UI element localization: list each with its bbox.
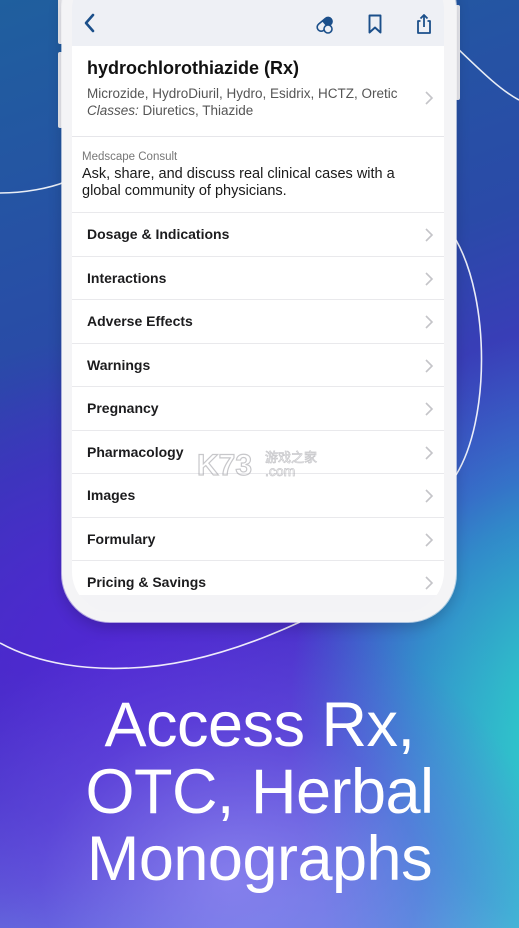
- chevron-right-icon: [425, 576, 434, 590]
- chevron-right-icon: [425, 489, 434, 503]
- bookmark-button[interactable]: [363, 12, 387, 36]
- headline-line-2: OTC, Herbal: [85, 757, 434, 827]
- list-footer-space: [72, 595, 444, 612]
- menu-item-label: Pregnancy: [87, 400, 159, 416]
- chevron-right-icon: [425, 532, 434, 547]
- menu-item-label: Images: [87, 487, 136, 503]
- menu-item-label: Interactions: [87, 269, 167, 286]
- menu-item-label: Pricing & Savings: [87, 574, 207, 590]
- chevron-left-icon: [84, 13, 95, 33]
- medscape-consult-card[interactable]: Medscape Consult Ask, share, and discuss…: [72, 136, 444, 213]
- pill-capsule-icon: [316, 16, 333, 34]
- menu-item-warnings[interactable]: Warnings: [72, 342, 444, 386]
- menu-item-formulary[interactable]: Formulary: [72, 516, 444, 560]
- nav-bar: [72, 0, 444, 46]
- bookmark-icon: [368, 14, 382, 34]
- chevron-right-icon: [425, 402, 434, 416]
- drug-classes-label: Classes:: [87, 103, 139, 118]
- watermark-text: K73: [197, 449, 252, 480]
- phone-screen: hydrochlorothiazide (Rx) Microzide, Hydr…: [72, 0, 444, 612]
- consult-description: Ask, share, and discuss real clinical ca…: [82, 166, 395, 199]
- menu-item-interactions[interactable]: Interactions: [72, 255, 444, 299]
- chevron-right-icon: [425, 91, 434, 105]
- drug-classes-value: Diuretics, Thiazide: [138, 103, 254, 118]
- menu-item-label: Formulary: [87, 530, 156, 547]
- share-button[interactable]: [412, 12, 436, 36]
- drug-title: hydrochlorothiazide (Rx): [87, 58, 300, 78]
- chevron-right-icon: [425, 228, 434, 242]
- headline-line-3: Monographs: [86, 824, 433, 894]
- chevron-right-icon: [425, 358, 434, 373]
- drug-interaction-button[interactable]: [313, 12, 337, 36]
- menu-item-label: Pharmacology: [87, 443, 184, 460]
- chevron-right-icon: [425, 445, 434, 460]
- menu-item-dosage-indications[interactable]: Dosage & Indications: [72, 212, 444, 256]
- headline-line-1: Access Rx,: [104, 690, 415, 760]
- watermark-sub: .com: [265, 463, 295, 479]
- drug-classes: Classes: Diuretics, Thiazide: [87, 103, 253, 118]
- chevron-right-icon: [425, 315, 434, 329]
- chevron-right-icon: [425, 271, 434, 286]
- menu-item-adverse-effects[interactable]: Adverse Effects: [72, 299, 444, 343]
- menu-item-label: Dosage & Indications: [87, 226, 230, 242]
- consult-label: Medscape Consult: [82, 151, 178, 163]
- share-icon: [417, 14, 431, 34]
- promo-headline: Access Rx, OTC, Herbal Monographs: [0, 692, 519, 893]
- watermark-logo: K73 游戏之家 .com: [197, 448, 317, 480]
- menu-item-pregnancy[interactable]: Pregnancy: [72, 386, 444, 430]
- drug-header-card[interactable]: hydrochlorothiazide (Rx) Microzide, Hydr…: [72, 46, 444, 145]
- drug-brand-names: Microzide, HydroDiuril, Hydro, Esidrix, …: [87, 86, 398, 101]
- menu-item-label: Warnings: [87, 356, 151, 373]
- back-button[interactable]: [78, 11, 102, 35]
- monograph-section-list: Dosage & Indications Interactions Advers…: [72, 212, 444, 604]
- menu-item-label: Adverse Effects: [87, 313, 193, 329]
